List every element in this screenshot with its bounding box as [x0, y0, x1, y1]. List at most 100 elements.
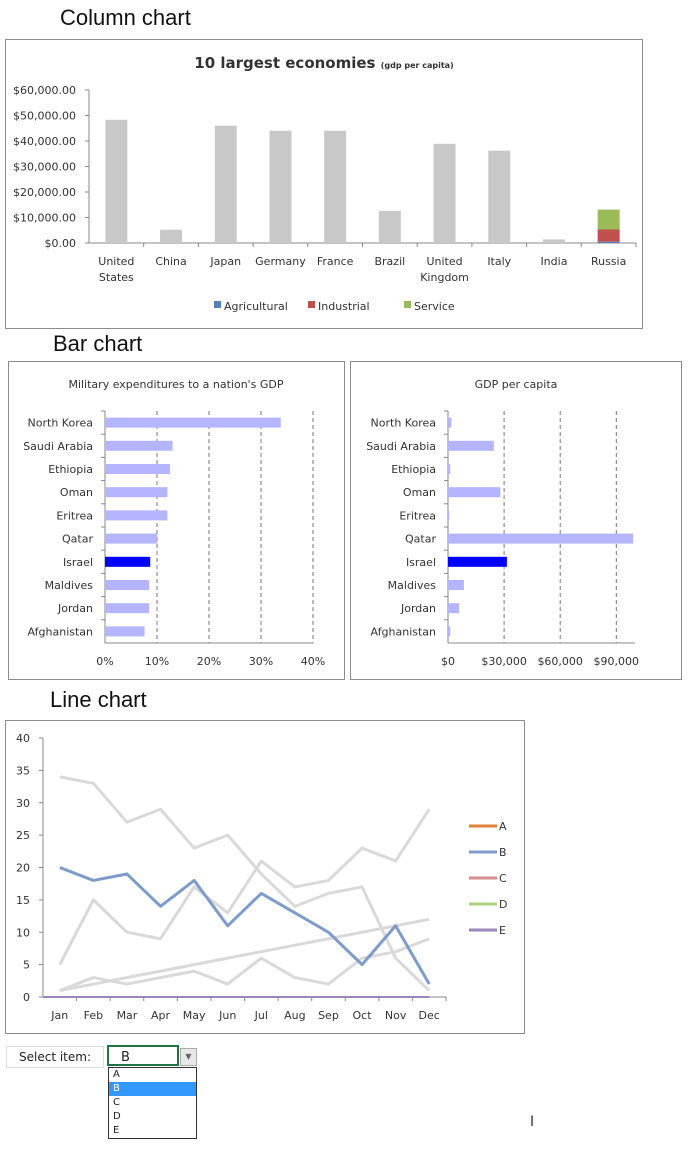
x-tick-label: China	[155, 255, 186, 268]
chart-title: GDP per capita	[475, 378, 558, 391]
section-title-line: Line chart	[50, 687, 147, 712]
gdp-bar-chart[interactable]: GDP per capita $0 $30,000 $60,000 $90,000 Nor…	[350, 361, 682, 680]
bar-jordan	[448, 603, 460, 614]
x-tick-label: Germany	[255, 255, 306, 268]
bar-afghanistan	[448, 626, 451, 637]
y-tick-label: Jordan	[400, 602, 436, 615]
y-tick-label: $40,000.00	[13, 135, 76, 148]
bar-maldives	[448, 580, 464, 590]
bar-oman	[448, 487, 501, 498]
x-tick-label: Brazil	[374, 255, 405, 268]
select-item-label: Select item:	[6, 1046, 104, 1068]
legend-label: Service	[414, 300, 455, 313]
y-tick-label: $20,000.00	[13, 186, 76, 199]
legend-label: Industrial	[318, 300, 370, 313]
series-line-c	[58, 808, 431, 966]
y-tick-label: 25	[16, 829, 30, 842]
series-line-e	[59, 937, 430, 992]
bar-eritrea	[448, 510, 450, 521]
x-tick-label: 10%	[145, 655, 169, 668]
y-tick-label: North Korea	[28, 417, 93, 430]
bar-russia-industrial	[597, 229, 620, 242]
y-tick-label: Saudi Arabia	[23, 440, 93, 453]
column-chart[interactable]: 10 largest economies (gdp per capita) $0.…	[5, 39, 643, 329]
x-tick-label: $30,000	[481, 655, 526, 668]
legend-label: Agricultural	[224, 300, 288, 313]
legend-swatch	[404, 301, 411, 308]
x-tick-label: Jul	[254, 1009, 268, 1022]
y-tick-label: Maldives	[45, 579, 94, 592]
legend-label: C	[499, 872, 507, 885]
select-item-input[interactable]: B	[107, 1045, 179, 1066]
x-tick-label: Sep	[318, 1009, 339, 1022]
y-tick-label: Ethiopia	[48, 463, 93, 476]
y-tick-label: $0.00	[45, 237, 77, 250]
y-tick-label: Qatar	[62, 533, 93, 546]
y-tick-label: 0	[23, 991, 30, 1004]
bar-saudi-arabia	[105, 440, 173, 451]
line-chart[interactable]: 0 5 10 15 20 25 30 35 40 Jan Feb Mar Apr May Jun Jul Aug…	[5, 720, 525, 1034]
y-tick-label: Qatar	[405, 533, 436, 546]
section-title-column: Column chart	[60, 5, 191, 30]
x-tick-label: Japan	[209, 255, 241, 268]
bar-oman	[105, 487, 168, 498]
x-tick-label: $60,000	[537, 655, 583, 668]
y-tick-label: Oman	[403, 486, 436, 499]
legend-label: A	[499, 820, 507, 833]
military-bar-chart[interactable]: Military expenditures to a nation's GDP 0…	[8, 361, 345, 680]
legend-label: B	[499, 846, 507, 859]
bar-maldives	[105, 580, 150, 590]
dropdown-list[interactable]: A B C D E	[108, 1067, 197, 1139]
x-tick-label: Jan	[50, 1009, 68, 1022]
x-tick-label: Mar	[117, 1009, 138, 1022]
y-tick-label: $60,000.00	[13, 84, 76, 97]
dropdown-option-b[interactable]: B	[109, 1082, 196, 1096]
x-tick-label: Aug	[284, 1009, 305, 1022]
bar-israel	[105, 556, 151, 567]
x-tick-label: $0	[441, 655, 455, 668]
y-tick-label: Afghanistan	[28, 625, 94, 638]
bar-united-states	[105, 119, 128, 243]
bar-qatar	[105, 533, 157, 544]
bar-ethiopia	[448, 464, 451, 474]
bar-india	[542, 239, 565, 243]
y-tick-label: Eritrea	[56, 509, 93, 522]
x-tick-label: Nov	[385, 1009, 407, 1022]
bar-saudi-arabia	[448, 440, 494, 451]
dropdown-arrow-button[interactable]: ▼	[180, 1048, 197, 1066]
y-tick-label: Israel	[63, 556, 93, 569]
bar-israel	[448, 556, 507, 567]
y-tick-label: North Korea	[371, 417, 436, 430]
bar-jordan	[105, 603, 150, 614]
y-tick-label: 5	[23, 959, 30, 972]
bar-france	[324, 130, 347, 243]
bar-afghanistan	[105, 626, 145, 637]
legend-swatch	[214, 301, 221, 308]
y-tick-label: $10,000.00	[13, 212, 76, 225]
dropdown-option-e[interactable]: E	[109, 1124, 196, 1138]
legend-label: E	[499, 924, 506, 937]
section-title-bar: Bar chart	[53, 331, 143, 356]
x-tick-label: 20%	[197, 655, 221, 668]
dropdown-option-a[interactable]: A	[109, 1068, 196, 1082]
x-tick-label: Oct	[353, 1009, 373, 1022]
y-tick-label: Eritrea	[399, 509, 436, 522]
y-tick-label: Israel	[406, 556, 436, 569]
dropdown-option-d[interactable]: D	[109, 1110, 196, 1124]
y-tick-label: Oman	[60, 486, 93, 499]
bar-china	[160, 229, 183, 243]
bar-north-korea	[105, 417, 281, 428]
y-tick-label: Afghanistan	[371, 625, 437, 638]
x-tick-label: 30%	[249, 655, 273, 668]
y-tick-label: 10	[16, 926, 30, 939]
y-tick-label: Saudi Arabia	[366, 440, 436, 453]
dropdown-option-c[interactable]: C	[109, 1096, 196, 1110]
x-tick-label: United	[98, 255, 134, 268]
x-tick-label: Russia	[591, 255, 626, 268]
x-tick-label: Apr	[151, 1009, 171, 1022]
x-tick-label: States	[99, 271, 134, 284]
series-line-a	[59, 775, 431, 992]
chart-title: 10 largest economies (gdp per capita)	[194, 54, 453, 72]
bar-ethiopia	[105, 464, 170, 474]
bar-qatar	[448, 533, 634, 544]
